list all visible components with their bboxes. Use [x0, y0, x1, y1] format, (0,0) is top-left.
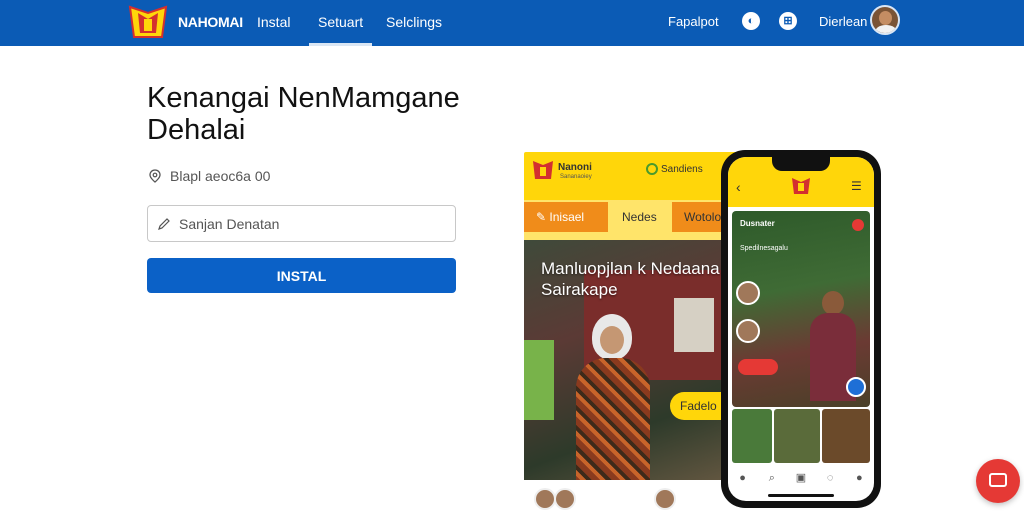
thumbnail[interactable] — [822, 409, 870, 463]
woman-figure — [570, 314, 654, 480]
home-icon[interactable]: ▣ — [793, 470, 809, 486]
chat-window-icon — [989, 473, 1007, 487]
user-avatar[interactable] — [870, 5, 900, 35]
preview-hero-text: Manluopjlan k Nedaana ter Sairakape — [541, 259, 745, 299]
nav-item-instal[interactable]: Instal — [257, 14, 290, 30]
phone-card-title: Dusnater — [740, 219, 775, 228]
nav-item-setuart[interactable]: Setuart — [308, 14, 373, 46]
home-indicator — [768, 494, 834, 497]
apps-grid-icon[interactable]: ⊞ — [779, 12, 797, 30]
preview-logo-icon — [533, 161, 553, 179]
user-name[interactable]: Dierlean — [819, 14, 867, 29]
phone-mockup: ‹ ☰ Dusnater Spedilnesagalu ● ⌕ ▣ ◌ ● — [721, 150, 881, 508]
play-icon[interactable] — [852, 219, 864, 231]
install-button[interactable]: INSTAL — [147, 258, 456, 293]
thumbnail[interactable] — [732, 409, 772, 463]
avatar-thumb — [654, 488, 676, 510]
brand-logo-icon[interactable] — [128, 5, 168, 39]
user-icon[interactable]: ● — [851, 470, 867, 486]
notification-icon[interactable]: ◐ — [742, 12, 760, 30]
chat-icon[interactable]: ◌ — [822, 470, 838, 486]
preview-brand: Nanoni — [558, 162, 592, 173]
avatar-thumb — [736, 319, 760, 343]
location-text: Blapl aeoc6a 00 — [170, 168, 271, 184]
edit-pencil-icon — [158, 217, 170, 230]
thumbnail[interactable] — [774, 409, 820, 463]
man-head — [822, 291, 844, 315]
house-window — [674, 298, 714, 352]
preview-tab-2[interactable]: Nedes — [622, 202, 657, 232]
phone-thumbnails — [732, 409, 870, 463]
red-badge[interactable] — [738, 359, 778, 375]
phone-screen: ‹ ☰ Dusnater Spedilnesagalu ● ⌕ ▣ ◌ ● — [728, 157, 874, 501]
avatar-thumb — [534, 488, 556, 510]
location-row: Blapl aeoc6a 00 — [148, 168, 270, 184]
preview-tab-1[interactable]: ✎ Inisael — [524, 202, 608, 232]
nav-item-selclings[interactable]: Selclings — [386, 14, 442, 30]
phone-card-tag: Spedilnesagalu — [740, 245, 788, 252]
back-arrow-icon[interactable]: ‹ — [736, 179, 741, 195]
green-door — [524, 340, 554, 420]
tag-icon: ✎ — [536, 210, 550, 224]
avatar-thumb — [554, 488, 576, 510]
preview-tab-1-label: Inisael — [549, 210, 585, 224]
search-field[interactable] — [147, 205, 456, 242]
phone-notch — [772, 157, 830, 171]
preview-header-link-text: Sandiens — [661, 163, 703, 175]
top-navigation-bar: NAHOMAI Instal Setuart Selclings Fapalpo… — [0, 0, 1024, 46]
preview-brand-sub: Sananaoiey — [560, 174, 592, 180]
action-round-icon[interactable] — [846, 377, 866, 397]
batik-body-shape — [576, 358, 650, 480]
floating-chat-button[interactable] — [976, 459, 1020, 503]
avatar-thumb — [736, 281, 760, 305]
page-title-line-1: Kenangai NenMamgane — [147, 82, 460, 114]
search-input[interactable] — [179, 215, 439, 232]
preview-header-link[interactable]: Sandiens — [646, 163, 703, 175]
search-icon[interactable]: ⌕ — [764, 470, 780, 486]
brand-name[interactable]: NAHOMAI — [178, 14, 243, 30]
map-pin-icon — [149, 169, 161, 183]
phone-bottom-nav: ● ⌕ ▣ ◌ ● — [728, 463, 874, 493]
menu-icon[interactable]: ☰ — [851, 179, 862, 193]
phone-feature-card[interactable]: Dusnater Spedilnesagalu — [732, 211, 870, 407]
page-title-line-2: Dehalai — [147, 114, 246, 146]
face-shape — [600, 326, 624, 354]
ring-icon — [646, 163, 658, 175]
page-title: Kenangai NenMamgane Dehalai — [147, 82, 460, 146]
profile-icon[interactable]: ● — [735, 470, 751, 486]
header-right-link[interactable]: Fapalpot — [668, 14, 719, 29]
phone-logo-icon — [792, 178, 810, 194]
